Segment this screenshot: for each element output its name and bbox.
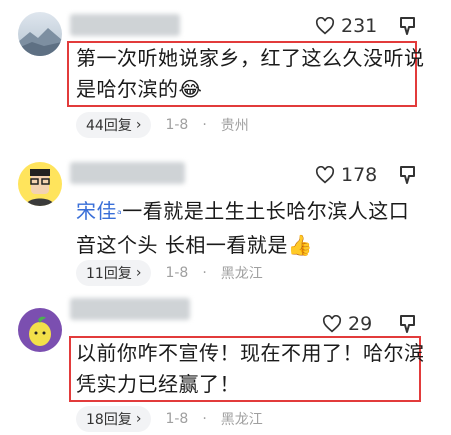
mention-link[interactable]: 宋佳 (76, 199, 117, 223)
dislike-icon[interactable] (398, 164, 418, 186)
date: 1-8 (165, 411, 189, 427)
emoji: 👍 (287, 233, 314, 257)
heart-icon (322, 315, 342, 333)
avatar[interactable] (18, 162, 62, 206)
chevron-right-icon: › (135, 411, 142, 427)
location: 黑龙江 (220, 266, 263, 282)
comment-meta: 18回复 › 1-8 · 黑龙江 (76, 406, 263, 432)
emoji: 😂 (178, 77, 203, 101)
like-button[interactable]: 231 (315, 15, 377, 37)
like-count: 29 (348, 313, 373, 335)
username-blurred[interactable] (70, 298, 190, 320)
comment-meta: 44回复 › 1-8 · 贵州 (76, 112, 249, 138)
chevron-right-icon: › (135, 265, 142, 281)
location-dot-icon: · (202, 265, 207, 281)
username-blurred[interactable] (70, 14, 180, 36)
comment-text: 宋佳ᵃ一看就是土生土长哈尔滨人这口 音这个头 长相一看就是👍 (76, 199, 410, 257)
location-dot-icon: · (202, 411, 207, 427)
dislike-icon[interactable] (398, 15, 418, 37)
dislike-icon[interactable] (398, 313, 418, 335)
comment-text: 第一次听她说家乡，红了这么久没听说 是哈尔滨的😂 (76, 46, 425, 101)
reply-button[interactable]: 18回复 › (76, 406, 152, 432)
heart-icon (315, 166, 335, 184)
heart-icon (315, 17, 335, 35)
reply-button[interactable]: 11回复 › (76, 260, 152, 286)
like-button[interactable]: 178 (315, 164, 377, 186)
avatar[interactable] (18, 308, 62, 352)
date: 1-8 (165, 117, 189, 133)
date: 1-8 (165, 265, 189, 281)
like-button[interactable]: 29 (322, 313, 372, 335)
location-dot-icon: · (202, 117, 207, 133)
reply-button[interactable]: 44回复 › (76, 112, 152, 138)
like-count: 178 (341, 164, 378, 186)
like-count: 231 (341, 15, 378, 37)
comment-meta: 11回复 › 1-8 · 黑龙江 (76, 260, 263, 286)
chevron-right-icon: › (135, 117, 142, 133)
location: 贵州 (220, 118, 249, 134)
username-blurred[interactable] (70, 162, 185, 184)
comment-text: 以前你咋不宣传！现在不用了！哈尔滨 凭实力已经赢了！ (76, 341, 425, 396)
location: 黑龙江 (220, 412, 263, 428)
avatar[interactable] (18, 12, 62, 56)
